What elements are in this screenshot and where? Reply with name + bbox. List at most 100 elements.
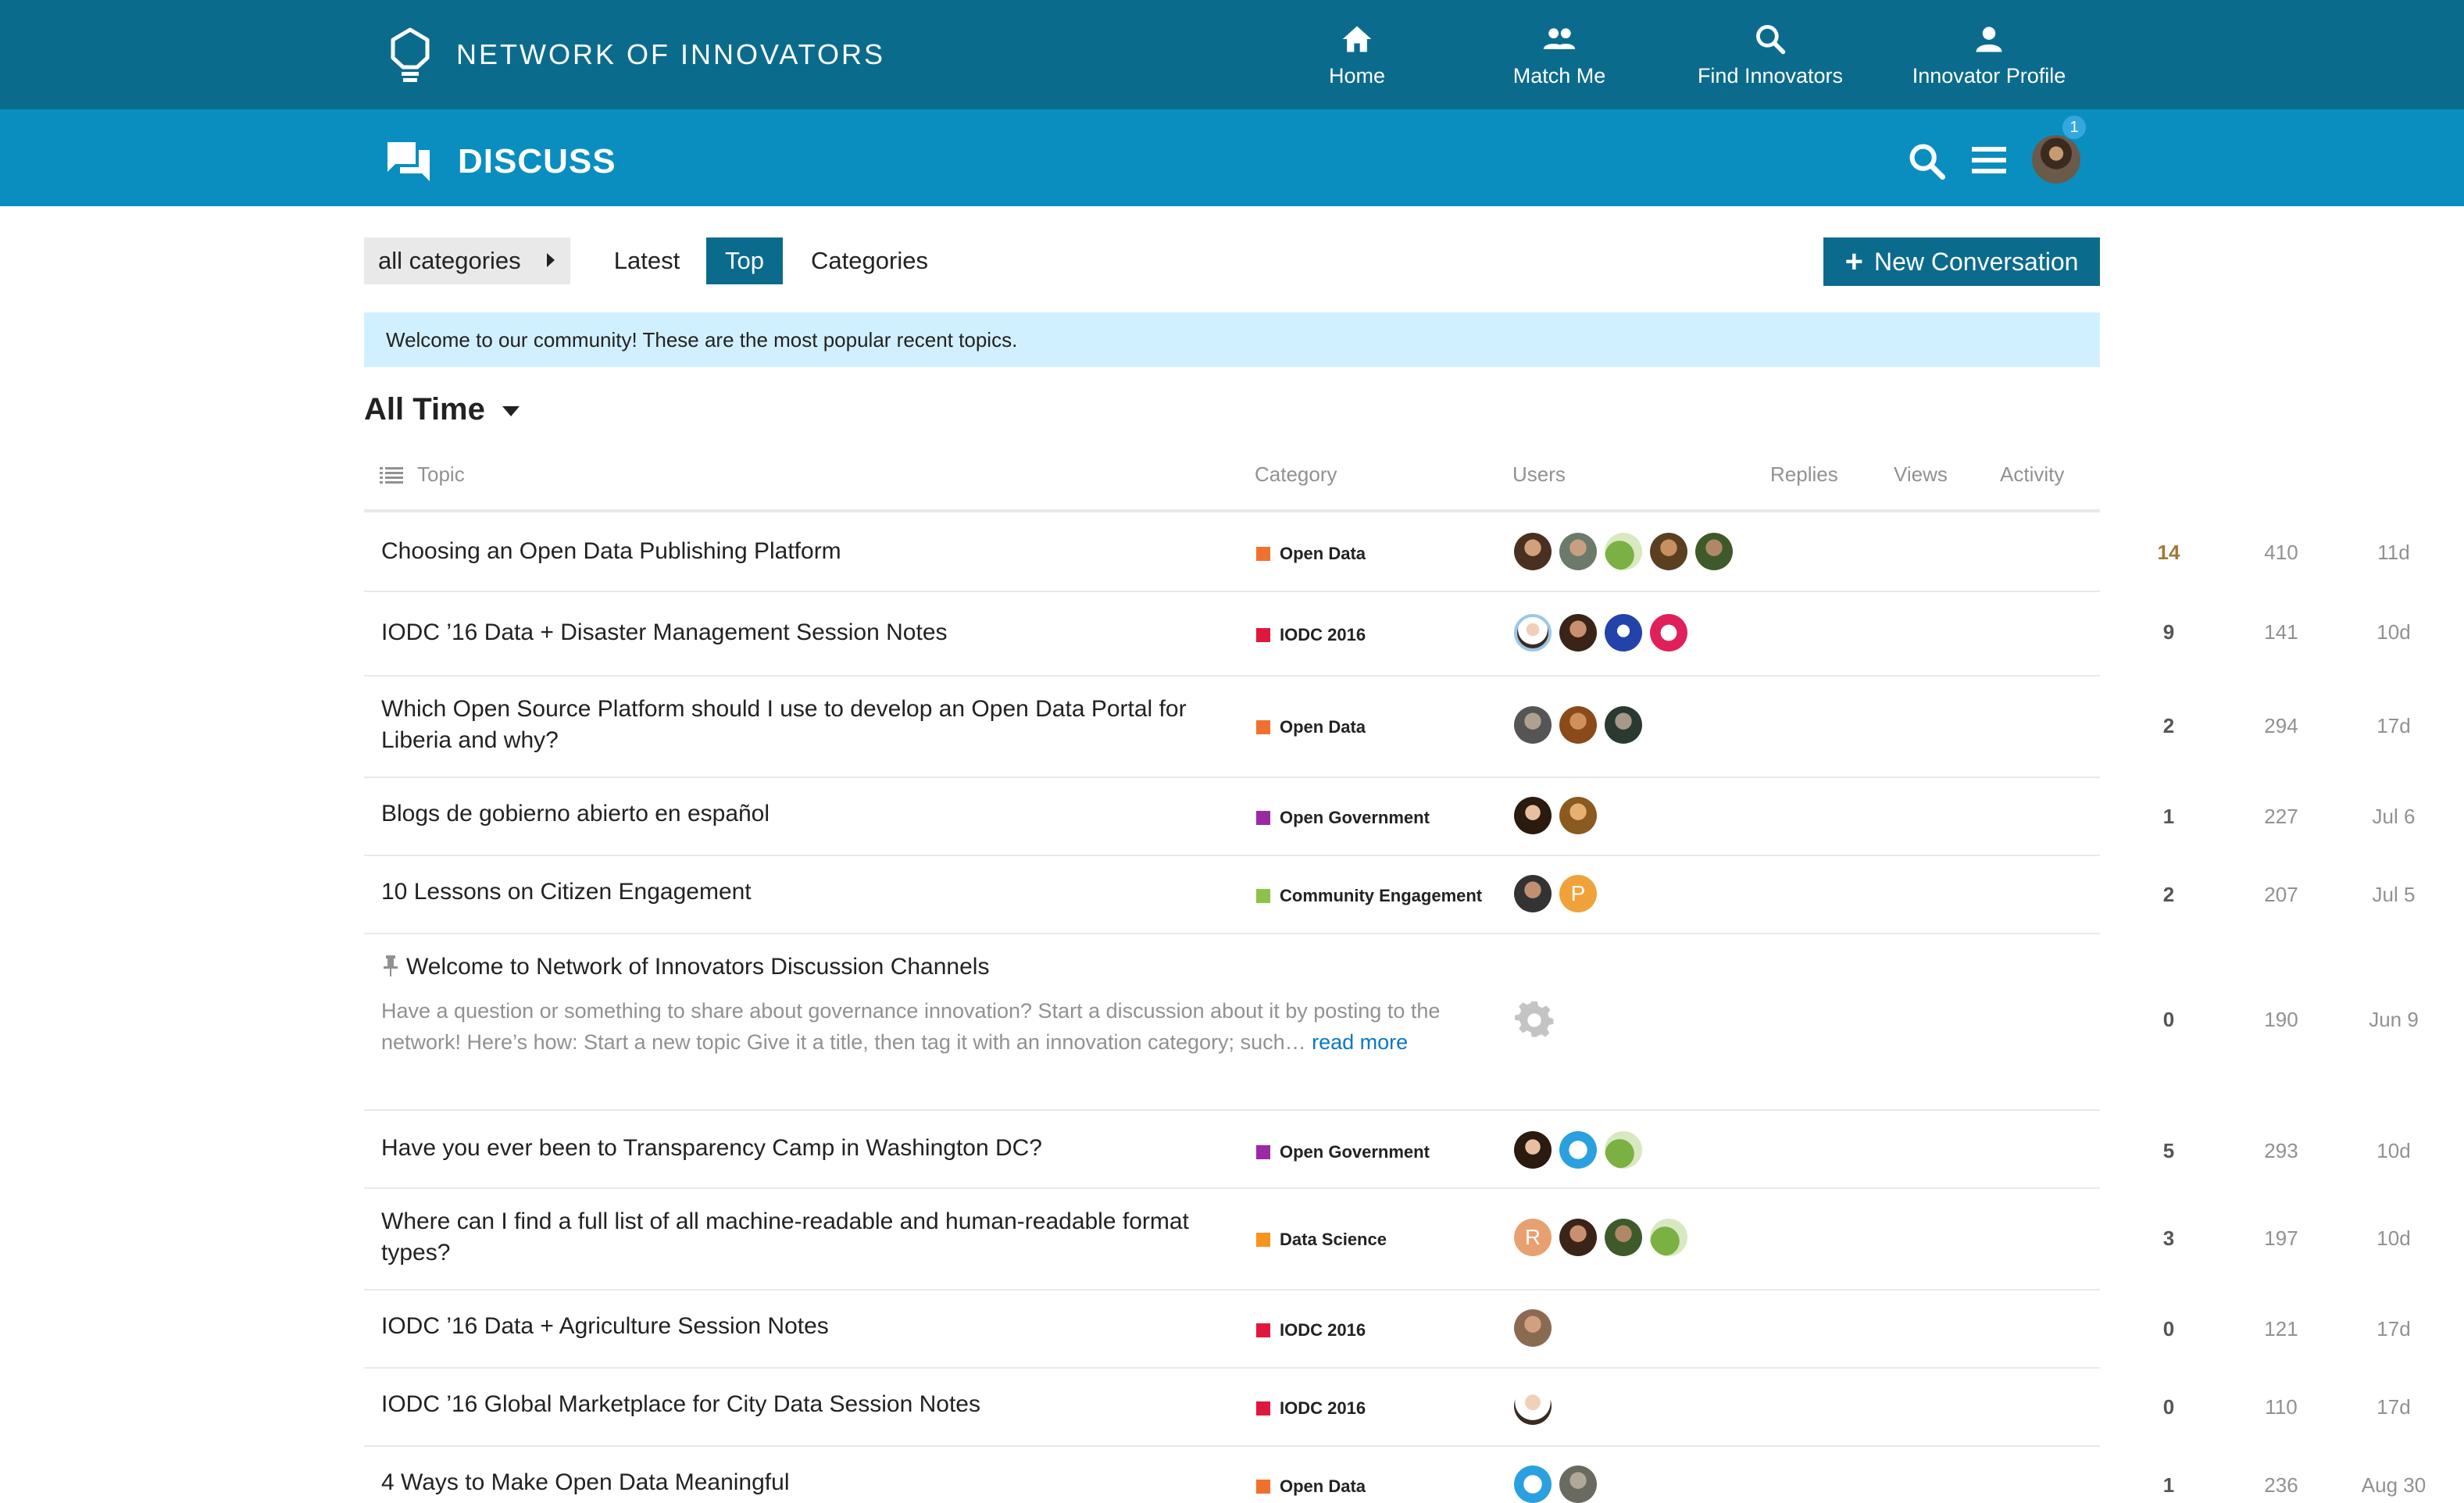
category-badge[interactable]: Open Data — [1256, 717, 1366, 737]
category-badge[interactable]: Open Government — [1256, 1142, 1430, 1162]
topic-row[interactable]: 4 Ways to Make Open Data Meaningful Open… — [364, 1447, 2426, 1503]
activity-date[interactable]: 10d — [2347, 620, 2441, 644]
reply-count[interactable]: 1 — [2122, 1473, 2216, 1498]
category-badge[interactable]: IODC 2016 — [1256, 1398, 1366, 1419]
reply-count[interactable]: 14 — [2122, 541, 2216, 565]
new-conversation-button[interactable]: + New Conversation — [1823, 237, 2100, 286]
avatar[interactable] — [1559, 614, 1597, 652]
avatar[interactable] — [1605, 614, 1642, 652]
category-badge[interactable]: Open Data — [1256, 544, 1366, 564]
topic-title[interactable]: IODC ’16 Data + Disaster Management Sess… — [381, 617, 1241, 648]
avatar[interactable] — [1514, 706, 1552, 744]
avatar[interactable] — [1514, 1131, 1552, 1169]
activity-date[interactable]: 10d — [2347, 1226, 2441, 1251]
col-category[interactable]: Category — [1255, 462, 1337, 487]
topic-title[interactable]: Blogs de gobierno abierto en español — [381, 798, 1241, 830]
avatar[interactable] — [1695, 533, 1733, 570]
avatar[interactable] — [1514, 614, 1552, 652]
tab-categories[interactable]: Categories — [798, 237, 941, 284]
avatar[interactable] — [1605, 706, 1642, 744]
topic-title[interactable]: Welcome to Network of Innovators Discuss… — [381, 951, 1475, 983]
category-dropdown[interactable]: all categories — [364, 237, 570, 284]
reply-count[interactable]: 2 — [2122, 883, 2216, 907]
hamburger-menu-icon[interactable] — [1972, 144, 2006, 177]
avatar[interactable] — [1605, 1131, 1642, 1169]
category-badge[interactable]: IODC 2016 — [1256, 625, 1366, 645]
col-topic[interactable]: Topic — [417, 462, 465, 487]
reply-count[interactable]: 2 — [2122, 714, 2216, 738]
topic-row[interactable]: Where can I find a full list of all mach… — [364, 1189, 2411, 1291]
activity-date[interactable]: 17d — [2347, 1317, 2441, 1341]
avatar[interactable] — [1514, 797, 1552, 834]
topic-row[interactable]: 10 Lessons on Citizen Engagement Communi… — [364, 856, 2415, 934]
read-more-link[interactable]: read more — [1312, 1030, 1408, 1054]
reply-count[interactable]: 0 — [2122, 1008, 2216, 1032]
reply-count[interactable]: 1 — [2122, 805, 2216, 829]
category-badge[interactable]: Data Science — [1256, 1230, 1387, 1250]
avatar[interactable] — [1605, 1219, 1642, 1256]
activity-date[interactable]: 17d — [2347, 1395, 2441, 1419]
activity-date[interactable]: 17d — [2347, 714, 2441, 738]
col-views[interactable]: Views — [1894, 462, 1948, 487]
reply-count[interactable]: 0 — [2122, 1317, 2216, 1341]
col-activity[interactable]: Activity — [2000, 462, 2064, 487]
reply-count[interactable]: 0 — [2122, 1395, 2216, 1419]
nav-match-me[interactable]: Match Me — [1481, 0, 1637, 109]
category-badge[interactable]: Open Data — [1256, 1476, 1366, 1497]
reply-count[interactable]: 9 — [2122, 620, 2216, 644]
avatar[interactable] — [1514, 1387, 1552, 1425]
category-badge[interactable]: IODC 2016 — [1256, 1320, 1366, 1341]
col-replies[interactable]: Replies — [1770, 462, 1838, 487]
topic-title[interactable]: Where can I find a full list of all mach… — [381, 1206, 1241, 1269]
avatar[interactable] — [1514, 1309, 1552, 1347]
topic-row[interactable]: IODC ’16 Data + Agriculture Session Note… — [364, 1291, 2411, 1369]
topic-row-pinned[interactable]: Welcome to Network of Innovators Discuss… — [364, 934, 2419, 1111]
activity-date[interactable]: 10d — [2347, 1139, 2441, 1163]
avatar[interactable] — [1559, 706, 1597, 744]
avatar[interactable] — [1650, 533, 1687, 570]
tab-top[interactable]: Top — [706, 237, 783, 284]
topic-title[interactable]: 4 Ways to Make Open Data Meaningful — [381, 1467, 1241, 1498]
avatar[interactable] — [1514, 875, 1552, 912]
period-dropdown[interactable]: All Time — [364, 392, 520, 427]
nav-home[interactable]: Home — [1291, 0, 1423, 109]
topic-title[interactable]: 10 Lessons on Citizen Engagement — [381, 876, 1241, 908]
search-icon[interactable] — [1906, 141, 1947, 181]
avatar[interactable] — [1650, 614, 1687, 652]
current-user-avatar[interactable] — [2030, 133, 2083, 186]
avatar[interactable] — [1559, 797, 1597, 834]
topic-title[interactable]: Choosing an Open Data Publishing Platfor… — [381, 536, 1241, 567]
activity-date[interactable]: Aug 30 — [2347, 1473, 2441, 1498]
reply-count[interactable]: 5 — [2122, 1139, 2216, 1163]
topic-title[interactable]: IODC ’16 Data + Agriculture Session Note… — [381, 1311, 1241, 1342]
avatar[interactable] — [1559, 1131, 1597, 1169]
topic-row[interactable]: Which Open Source Platform should I use … — [364, 677, 2411, 778]
nav-innovator-profile[interactable]: Innovator Profile — [1895, 0, 2083, 109]
activity-date[interactable]: Jul 6 — [2347, 805, 2441, 829]
avatar[interactable] — [1650, 1219, 1687, 1256]
avatar[interactable] — [1559, 533, 1597, 570]
nav-find-innovators[interactable]: Find Innovators — [1677, 0, 1864, 109]
topic-title[interactable]: Have you ever been to Transparency Camp … — [381, 1133, 1241, 1164]
avatar[interactable] — [1605, 533, 1642, 570]
category-badge[interactable]: Community Engagement — [1256, 886, 1482, 906]
gear-icon[interactable] — [1514, 1000, 1555, 1041]
topic-title[interactable]: Which Open Source Platform should I use … — [381, 694, 1241, 756]
avatar[interactable] — [1559, 1219, 1597, 1256]
avatar-letter[interactable]: R — [1514, 1219, 1552, 1256]
topic-row[interactable]: Have you ever been to Transparency Camp … — [364, 1111, 2411, 1189]
avatar[interactable] — [1514, 533, 1552, 570]
reply-count[interactable]: 3 — [2122, 1226, 2216, 1251]
category-badge[interactable]: Open Government — [1256, 808, 1430, 828]
topic-title[interactable]: IODC ’16 Global Marketplace for City Dat… — [381, 1389, 1241, 1420]
avatar-letter[interactable]: P — [1559, 875, 1597, 912]
topic-row[interactable]: IODC ’16 Global Marketplace for City Dat… — [364, 1369, 2411, 1447]
topic-row[interactable]: Choosing an Open Data Publishing Platfor… — [364, 512, 2410, 592]
topic-row[interactable]: Blogs de gobierno abierto en español Ope… — [364, 778, 2415, 856]
activity-date[interactable]: Jul 5 — [2347, 883, 2441, 907]
topic-row[interactable]: IODC ’16 Data + Disaster Management Sess… — [364, 592, 2411, 677]
avatar[interactable] — [1559, 1466, 1597, 1503]
tab-latest[interactable]: Latest — [600, 237, 694, 284]
notification-badge[interactable]: 1 — [2061, 114, 2087, 141]
activity-date[interactable]: Jun 9 — [2347, 1008, 2441, 1032]
